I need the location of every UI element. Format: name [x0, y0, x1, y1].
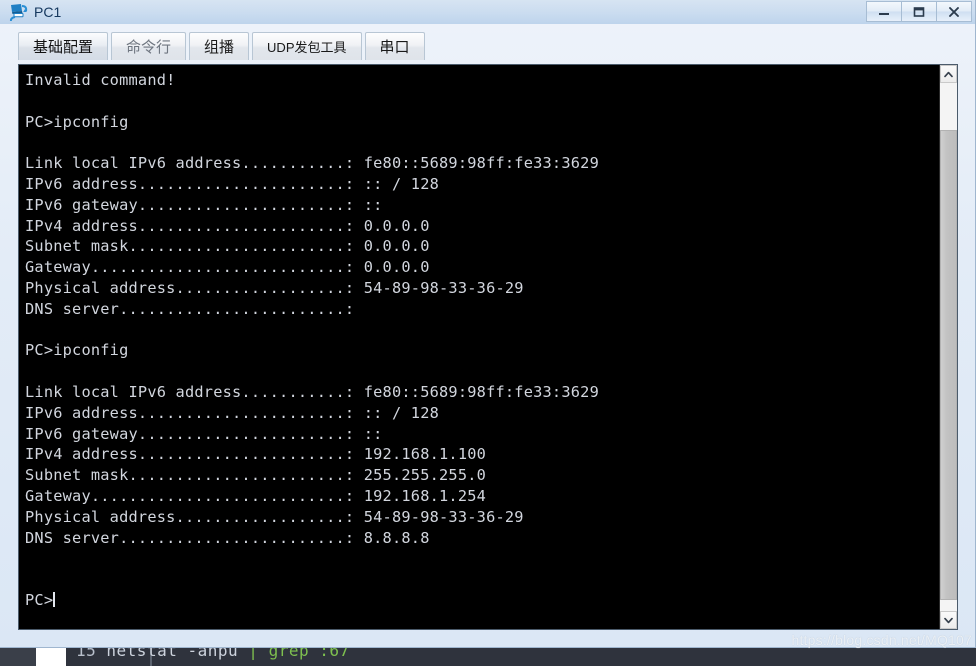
scrollbar-thumb[interactable]	[940, 130, 957, 600]
console-panel: Invalid command! PC>ipconfig Link local …	[18, 64, 958, 630]
console-line: IPv6 gateway......................: ::	[25, 424, 383, 443]
console-output[interactable]: Invalid command! PC>ipconfig Link local …	[19, 65, 939, 629]
window-title: PC1	[34, 3, 62, 20]
console-line: IPv6 address......................: :: /…	[25, 403, 440, 422]
console-line: IPv6 gateway......................: ::	[25, 195, 383, 214]
console-prompt-line[interactable]: PC>	[25, 590, 939, 611]
tab-udp-packet-tool[interactable]: UDP发包工具	[252, 32, 362, 60]
console-line: Invalid command!	[25, 71, 176, 89]
scrollbar-track[interactable]	[940, 83, 957, 611]
console-line: Subnet mask.......................: 255.…	[25, 466, 487, 485]
scrollbar-down-button[interactable]	[940, 611, 957, 629]
tab-serial-port[interactable]: 串口	[364, 32, 425, 60]
console-line: DNS server........................: 8.8.…	[25, 528, 430, 547]
tab-command-line[interactable]: 命令行	[111, 32, 187, 60]
window-titlebar[interactable]: PC1	[0, 0, 975, 24]
console-line: PC>ipconfig	[25, 341, 129, 360]
close-button[interactable]	[936, 1, 972, 22]
titlebar-left-group: PC1	[9, 0, 61, 24]
pc-device-icon	[9, 3, 28, 22]
console-line: DNS server........................:	[25, 299, 364, 318]
console-scrollbar[interactable]	[939, 65, 957, 629]
scrollbar-up-button[interactable]	[940, 65, 957, 83]
tab-basic-config[interactable]: 基础配置	[18, 32, 109, 60]
console-line: Physical address..................: 54-8…	[25, 278, 524, 297]
pc1-window: PC1 基础配置 命令行 组播 UDP发包工具 串口 Invalid comma…	[0, 0, 976, 648]
console-line: IPv6 address......................: :: /…	[25, 174, 440, 193]
console-line: Gateway...........................: 192.…	[25, 486, 487, 505]
console-line: Physical address..................: 54-8…	[25, 507, 524, 526]
console-line: Subnet mask.......................: 0.0.…	[25, 237, 430, 256]
maximize-button[interactable]	[901, 1, 937, 22]
console-text-cursor	[53, 591, 56, 607]
console-prompt: PC>	[25, 590, 54, 609]
console-line: Link local IPv6 address...........: fe80…	[25, 382, 599, 401]
console-line: PC>ipconfig	[25, 112, 129, 131]
tab-bar: 基础配置 命令行 组播 UDP发包工具 串口	[18, 24, 957, 60]
minimize-button[interactable]	[866, 1, 902, 22]
tab-multicast[interactable]: 组播	[189, 32, 250, 60]
console-line: Gateway...........................: 0.0.…	[25, 258, 430, 277]
console-line: Link local IPv6 address...........: fe80…	[25, 154, 599, 173]
window-controls	[866, 1, 972, 22]
console-line: IPv4 address......................: 192.…	[25, 445, 487, 464]
console-line: IPv4 address......................: 0.0.…	[25, 216, 430, 235]
